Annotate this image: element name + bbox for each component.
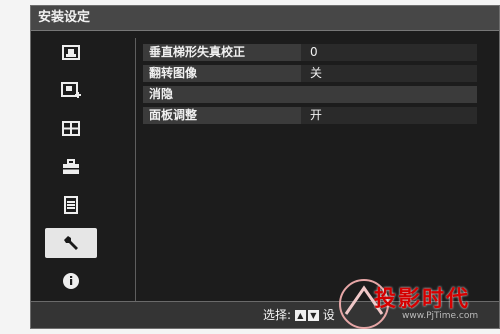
list-settings-icon	[64, 196, 78, 214]
menu-row-label: 面板调整	[149, 108, 198, 122]
menu-row-value: 关	[301, 65, 477, 82]
arrow-up-icon: ▲	[294, 310, 306, 321]
menu-row-label: 垂直梯形失真校正	[149, 45, 246, 59]
picture-icon	[62, 45, 80, 60]
sidebar	[39, 38, 131, 304]
sidebar-item-options[interactable]	[45, 190, 97, 220]
sidebar-divider	[135, 38, 136, 304]
sidebar-item-picture-adjust[interactable]	[45, 76, 97, 106]
menu-row-flip-image[interactable]: 翻转图像 关	[143, 65, 477, 82]
info-icon	[63, 273, 79, 289]
screen-grid-icon	[62, 121, 80, 136]
navigation-keys: ▲ ▼	[294, 310, 319, 321]
sidebar-item-picture[interactable]	[45, 38, 97, 68]
wrench-icon	[64, 236, 78, 250]
footer-hint-prefix: 选择:	[263, 308, 292, 322]
picture-adjust-icon	[61, 82, 81, 98]
menu-row-blanking[interactable]: 消隐	[143, 86, 477, 103]
sidebar-item-screen[interactable]	[45, 114, 97, 144]
footer-hint: 选择: ▲ ▼ 设	[263, 306, 335, 323]
sidebar-item-installation[interactable]	[45, 228, 97, 258]
watermark: 投影时代 www.PjTime.com	[334, 274, 500, 334]
window-title: 安装设定	[31, 6, 499, 31]
menu-row-panel-alignment[interactable]: 面板调整 开	[143, 107, 477, 124]
settings-menu: 垂直梯形失真校正 0 翻转图像 关 消隐 面板调整 开	[143, 44, 477, 128]
menu-row-value: 开	[301, 107, 477, 124]
menu-row-keystone[interactable]: 垂直梯形失真校正 0	[143, 44, 477, 61]
watermark-url: www.PjTime.com	[402, 311, 479, 321]
menu-row-label: 翻转图像	[149, 66, 198, 80]
footer-hint-suffix: 设	[322, 308, 335, 322]
menu-row-label: 消隐	[149, 87, 174, 101]
toolbox-icon	[63, 159, 79, 174]
sidebar-item-info[interactable]	[45, 266, 97, 296]
sidebar-item-setup[interactable]	[45, 152, 97, 182]
watermark-text: 投影时代	[374, 287, 471, 312]
menu-row-value: 0	[301, 44, 477, 61]
arrow-down-icon: ▼	[307, 310, 319, 321]
